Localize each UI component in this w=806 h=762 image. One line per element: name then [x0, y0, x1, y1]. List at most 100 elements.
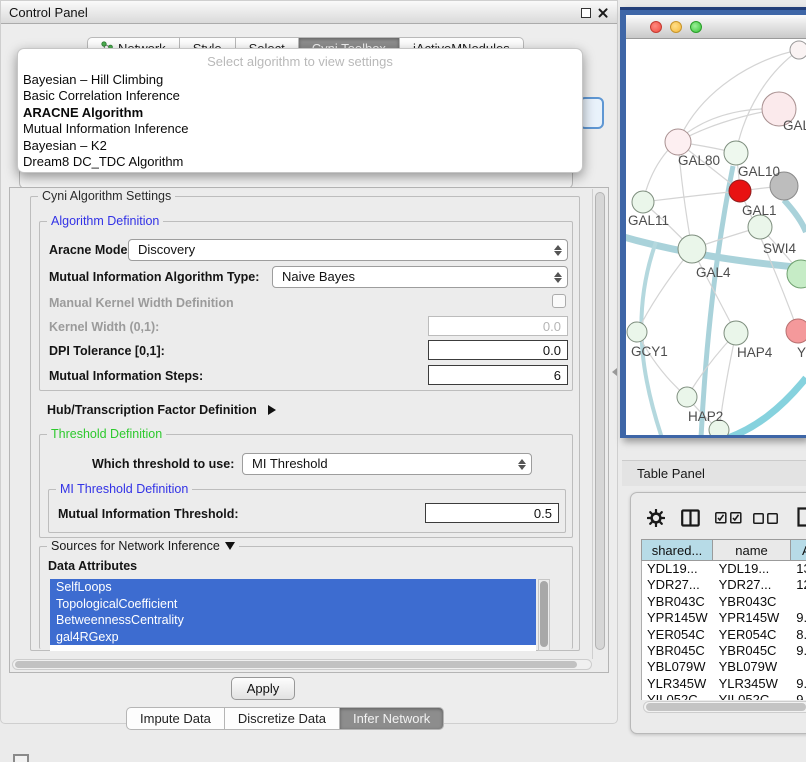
settings-horizontal-scrollbar[interactable] — [12, 659, 592, 670]
algorithm-dropdown-popup: Select algorithm to view settings Bayesi… — [17, 48, 583, 173]
settings-gear-icon[interactable] — [647, 509, 665, 527]
close-icon[interactable] — [597, 7, 609, 19]
network-view-window: GALGAL80GAL10GAL1GAL11SWI4GAL4GCY1HAP4YH… — [620, 7, 806, 438]
attribute-list-item[interactable]: gal4RGexp — [50, 629, 536, 646]
table-cell: 8. — [791, 627, 806, 643]
hub-definition-label: Hub/Transcription Factor Definition — [47, 403, 257, 417]
table-cell: YDL19... — [642, 561, 714, 577]
split-pane-handle[interactable] — [612, 368, 617, 376]
group-title: Threshold Definition — [47, 427, 166, 441]
table-row[interactable]: YDL19...YDL19...13 — [642, 561, 806, 577]
network-edge[interactable] — [728, 378, 806, 435]
sources-toggle[interactable]: Sources for Network Inference — [47, 539, 239, 553]
algorithm-option[interactable]: ARACNE Algorithm — [18, 105, 582, 121]
table-cell: YBR043C — [714, 594, 792, 610]
chevron-down-icon — [225, 542, 235, 550]
document-icon[interactable] — [797, 507, 806, 527]
collapsed-panel-widget[interactable] — [13, 754, 29, 762]
sources-group: Sources for Network Inference Data Attri… — [39, 546, 573, 649]
table-body: YDL19...YDL19...13YDR27...YDR27...12YBR0… — [641, 561, 806, 700]
tab-impute-data[interactable]: Impute Data — [126, 707, 225, 730]
hub-definition-toggle[interactable]: Hub/Transcription Factor Definition — [47, 403, 276, 417]
dpi-tolerance-input[interactable]: 0.0 — [428, 340, 568, 360]
zoom-traffic-light-icon[interactable] — [690, 21, 702, 33]
network-node-label: HAP4 — [737, 345, 773, 360]
table-row[interactable]: YBR045CYBR045C9. — [642, 643, 806, 659]
network-node-label: SWI4 — [763, 241, 796, 256]
attribute-list-item[interactable]: BetweennessCentrality — [50, 612, 536, 629]
network-node[interactable] — [677, 387, 697, 407]
network-window-titlebar[interactable] — [626, 15, 806, 39]
network-node[interactable] — [748, 215, 772, 239]
column-header[interactable]: name — [713, 539, 791, 561]
table-cell: 9. — [791, 610, 806, 626]
aracne-mode-select[interactable]: Discovery — [128, 239, 568, 261]
manual-kernel-width-checkbox[interactable] — [552, 294, 566, 308]
table-row[interactable]: YIL052CYIL052C9. — [642, 692, 806, 700]
network-edge[interactable] — [784, 200, 806, 232]
panel-title: Control Panel — [9, 5, 88, 20]
which-threshold-select[interactable]: MI Threshold — [242, 453, 532, 475]
table-horizontal-scrollbar[interactable] — [643, 701, 806, 713]
close-traffic-light-icon[interactable] — [650, 21, 662, 33]
algorithm-option[interactable]: Bayesian – Hill Climbing — [18, 72, 582, 88]
tab-infer-network[interactable]: Infer Network — [340, 707, 444, 730]
algorithm-option[interactable]: Mutual Information Inference — [18, 121, 582, 137]
table-row[interactable]: YBR043CYBR043C — [642, 594, 806, 610]
table-row[interactable]: YER054CYER054C8. — [642, 627, 806, 643]
network-node[interactable] — [729, 180, 751, 202]
data-attributes-list: SelfLoopsTopologicalCoefficientBetweenne… — [50, 579, 536, 651]
table-row[interactable]: YLR345WYLR345W9. — [642, 676, 806, 692]
select-all-checkboxes-icon[interactable] — [715, 512, 742, 524]
mi-threshold-input[interactable]: 0.5 — [425, 503, 559, 523]
network-node[interactable] — [724, 321, 748, 345]
network-canvas[interactable]: GALGAL80GAL10GAL1GAL11SWI4GAL4GCY1HAP4YH… — [626, 39, 806, 435]
scrollbar-thumb[interactable] — [540, 581, 548, 647]
attribute-list-item[interactable]: SelfLoops — [50, 579, 536, 596]
tab-discretize-data[interactable]: Discretize Data — [225, 707, 340, 730]
algorithm-option[interactable]: Basic Correlation Inference — [18, 88, 582, 104]
threshold-definition-group: Threshold Definition Which threshold to … — [39, 434, 573, 538]
attributes-scrollbar[interactable] — [538, 579, 550, 651]
table-cell: 12 — [791, 577, 806, 593]
kernel-width-input[interactable]: 0.0 — [428, 316, 568, 336]
settings-vertical-scrollbar[interactable] — [592, 189, 607, 659]
network-node[interactable] — [632, 191, 654, 213]
deselect-all-checkboxes-icon[interactable] — [753, 513, 778, 524]
network-node[interactable] — [665, 129, 691, 155]
scrollbar-thumb[interactable] — [15, 661, 577, 668]
minimize-traffic-light-icon[interactable] — [670, 21, 682, 33]
mi-algorithm-type-select[interactable]: Naive Bayes — [272, 266, 568, 288]
scrollbar-thumb[interactable] — [646, 703, 806, 711]
network-node[interactable] — [790, 41, 806, 59]
table-cell — [791, 594, 806, 610]
apply-button[interactable]: Apply — [231, 677, 295, 700]
column-layout-icon[interactable] — [681, 509, 700, 527]
cyni-algorithm-settings-group: Cyni Algorithm Settings Algorithm Defini… — [30, 196, 580, 651]
table-row[interactable]: YBL079WYBL079W — [642, 659, 806, 675]
network-node[interactable] — [724, 141, 748, 165]
mi-algorithm-type-label: Mutual Information Algorithm Type: — [49, 270, 259, 284]
mi-steps-input[interactable]: 6 — [428, 365, 568, 385]
network-node[interactable] — [786, 319, 806, 343]
table-row[interactable]: YPR145WYPR145W9. — [642, 610, 806, 626]
table-cell: YBR043C — [642, 594, 714, 610]
network-edge[interactable] — [701, 166, 733, 435]
aracne-mode-label: Aracne Mode: — [49, 243, 132, 257]
table-cell: YER054C — [642, 627, 714, 643]
table-header-row: shared...nameA — [641, 539, 806, 561]
selected-value: Discovery — [138, 242, 195, 257]
float-window-icon[interactable] — [581, 8, 591, 18]
table-cell: YBR045C — [714, 643, 792, 659]
algorithm-option[interactable]: Dream8 DC_TDC Algorithm — [18, 154, 582, 170]
group-title: Algorithm Definition — [47, 214, 163, 228]
scrollbar-thumb[interactable] — [595, 192, 605, 650]
algorithm-option[interactable]: Bayesian – K2 — [18, 138, 582, 154]
network-node[interactable] — [627, 322, 647, 342]
network-node[interactable] — [678, 235, 706, 263]
column-header[interactable]: shared... — [641, 539, 713, 561]
table-cell: YLR345W — [642, 676, 714, 692]
table-row[interactable]: YDR27...YDR27...12 — [642, 577, 806, 593]
attribute-list-item[interactable]: TopologicalCoefficient — [50, 596, 536, 613]
column-header[interactable]: A — [791, 539, 806, 561]
